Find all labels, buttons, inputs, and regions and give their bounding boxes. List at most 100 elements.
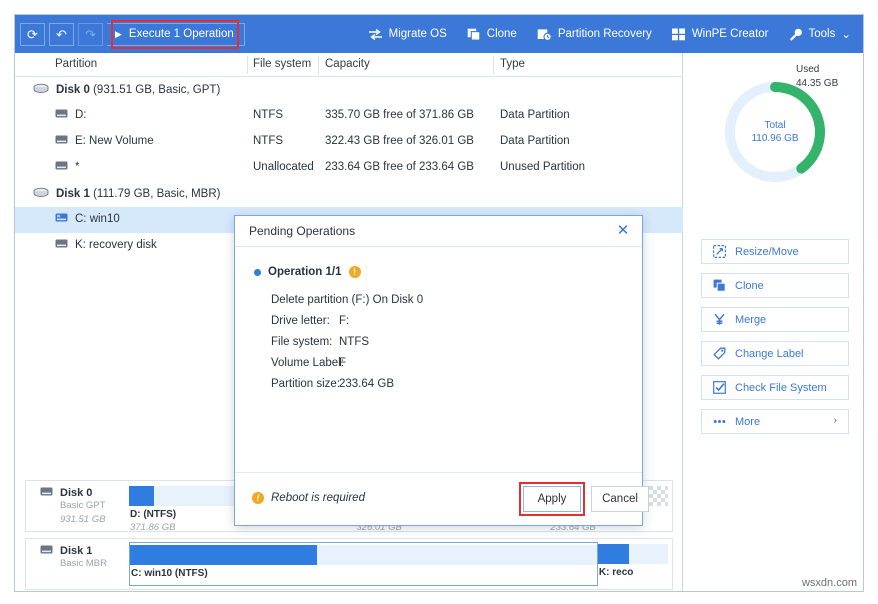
apply-button[interactable]: Apply — [523, 486, 581, 512]
row-name-cell: Disk 1 (111.79 GB, Basic, MBR) — [33, 187, 221, 201]
partition-usage-bar — [598, 544, 668, 564]
disk-info: (931.51 GB, Basic, GPT) — [93, 84, 220, 96]
row-name-cell: * — [55, 161, 79, 173]
disk-map-partition[interactable]: C: win10 (NTFS) — [129, 542, 598, 586]
row-name-cell: K: recovery disk — [55, 239, 157, 251]
clone-label: Clone — [487, 28, 517, 40]
clone-icon — [467, 28, 481, 41]
migrate-os-icon — [368, 28, 383, 41]
execute-operation-button[interactable]: ▶ Execute 1 Operation — [107, 23, 245, 46]
toolbar-left-group: ⟳ ↶ ↷ ▶ Execute 1 Operation — [15, 23, 245, 46]
disk-map-partitions: C: win10 (NTFS)K: reco — [129, 542, 668, 586]
main-toolbar: ⟳ ↶ ↷ ▶ Execute 1 Operation Migrate OS — [15, 15, 864, 53]
disk-map-partition-size: 371.86 GB — [130, 522, 175, 533]
chevron-right-icon: › — [834, 415, 837, 426]
row-label: C: win10 — [75, 213, 120, 225]
row-filesystem: NTFS — [253, 109, 283, 121]
action-button-check-file-system[interactable]: Check File System — [701, 375, 849, 400]
refresh-icon[interactable]: ⟳ — [20, 23, 45, 46]
redo-icon[interactable]: ↷ — [78, 23, 103, 46]
resize-move-icon — [713, 245, 726, 258]
list-column-headers: Partition File system Capacity Type — [15, 53, 683, 77]
action-button-clone[interactable]: Clone — [701, 273, 849, 298]
winpe-creator-button[interactable]: WinPE Creator — [672, 28, 769, 41]
operation-description: Delete partition (F:) On Disk 0 — [271, 294, 423, 306]
header-type: Type — [500, 58, 525, 70]
disk-map-row[interactable]: Disk 1Basic MBR C: win10 (NTFS)K: reco — [25, 538, 673, 590]
app-window: ⟳ ↶ ↷ ▶ Execute 1 Operation Migrate OS — [14, 14, 864, 592]
operation-heading: Operation 1/1 ! — [254, 266, 361, 278]
winpe-creator-label: WinPE Creator — [692, 28, 769, 40]
tools-button[interactable]: Tools ⌄ — [789, 27, 852, 41]
row-capacity: 335.70 GB free of 371.86 GB — [325, 109, 474, 121]
donut-used-label: Used — [796, 63, 838, 77]
disk-name: Disk 1 — [56, 188, 90, 200]
row-label: Disk 0 (931.51 GB, Basic, GPT) — [56, 84, 220, 96]
disk-map-partition[interactable]: K: reco — [598, 542, 668, 586]
action-button-resize-move[interactable]: Resize/Move — [701, 239, 849, 264]
partition-recovery-icon — [537, 28, 552, 41]
hard-disk-icon — [33, 187, 49, 201]
donut-total-value: 110.96 GB — [751, 132, 798, 146]
header-capacity: Capacity — [325, 58, 370, 70]
dialog-title: Pending Operations — [249, 224, 355, 238]
capacity-donut-chart: Total 110.96 GB Used 44.35 GB — [684, 53, 864, 228]
warning-icon: ! — [349, 266, 361, 278]
partition-icon — [55, 109, 68, 121]
row-label: * — [75, 161, 79, 173]
disk-map-label: Disk 1Basic MBR — [40, 545, 118, 571]
partition-icon — [55, 135, 68, 147]
partition-icon — [55, 213, 68, 225]
disk-row[interactable]: Disk 0 (931.51 GB, Basic, GPT) — [15, 77, 683, 103]
migrate-os-button[interactable]: Migrate OS — [368, 28, 447, 41]
row-name-cell: E: New Volume — [55, 135, 154, 147]
merge-icon — [713, 313, 726, 326]
partition-recovery-button[interactable]: Partition Recovery — [537, 28, 652, 41]
right-panel: Total 110.96 GB Used 44.35 GB Resize/Mov… — [684, 53, 864, 592]
reboot-required-label: Reboot is required — [271, 492, 365, 504]
pending-operations-dialog: Pending Operations ✕ Operation 1/1 ! Del… — [234, 215, 643, 526]
row-label: K: recovery disk — [75, 239, 157, 251]
partition-row[interactable]: *Unallocated233.64 GB free of 233.64 GBU… — [15, 155, 683, 181]
row-capacity: 233.64 GB free of 233.64 GB — [325, 161, 474, 173]
field-label-file-system: File system: — [271, 336, 332, 348]
field-label-partition-size: Partition size: — [271, 378, 340, 390]
cancel-button[interactable]: Cancel — [591, 486, 649, 512]
action-label: Clone — [735, 280, 764, 292]
row-filesystem: NTFS — [253, 135, 283, 147]
row-label: D: — [75, 109, 87, 121]
action-label: Merge — [735, 314, 766, 326]
disk-row[interactable]: Disk 1 (111.79 GB, Basic, MBR) — [15, 181, 683, 207]
row-type: Data Partition — [500, 109, 570, 121]
close-icon[interactable]: ✕ — [614, 222, 632, 240]
migrate-os-label: Migrate OS — [389, 28, 447, 40]
dialog-footer: ! Reboot is required Apply Cancel — [235, 472, 642, 525]
dialog-titlebar: Pending Operations ✕ — [235, 216, 642, 247]
header-filesystem: File system — [253, 58, 311, 70]
partition-row[interactable]: D: NTFS 335.70 GB free of 371.86 GB Data Pa… — [15, 103, 683, 129]
tag-icon — [713, 347, 726, 360]
row-label: Disk 1 (111.79 GB, Basic, MBR) — [56, 188, 221, 200]
clone-button[interactable]: Clone — [467, 28, 517, 41]
execute-operation-label: Execute 1 Operation — [129, 28, 234, 40]
row-name-cell: Disk 0 (931.51 GB, Basic, GPT) — [33, 83, 220, 97]
disk-map-subtitle-type: Basic MBR — [60, 557, 118, 571]
row-capacity: 322.43 GB free of 326.01 GB — [325, 135, 474, 147]
partition-row[interactable]: E: New Volume NTFS 322.43 GB free of 326.0… — [15, 129, 683, 155]
disk-map-partition-name: K: reco — [599, 567, 633, 578]
partition-icon — [55, 161, 68, 173]
action-button-change-label[interactable]: Change Label — [701, 341, 849, 366]
clone-icon — [713, 279, 726, 292]
hard-disk-icon — [40, 487, 53, 499]
winpe-creator-icon — [672, 28, 686, 41]
undo-icon[interactable]: ↶ — [49, 23, 74, 46]
action-button-merge[interactable]: Merge — [701, 307, 849, 332]
wrench-icon — [789, 28, 803, 41]
field-label-volume-label: Volume Label: — [271, 357, 344, 369]
action-button-more[interactable]: More› — [701, 409, 849, 434]
disk-info: (111.79 GB, Basic, MBR) — [93, 188, 220, 200]
chevron-down-icon: ⌄ — [841, 27, 851, 41]
row-type: Unused Partition — [500, 161, 585, 173]
check-file-system-icon — [713, 381, 726, 394]
field-value-partition-size: 233.64 GB — [339, 378, 394, 390]
